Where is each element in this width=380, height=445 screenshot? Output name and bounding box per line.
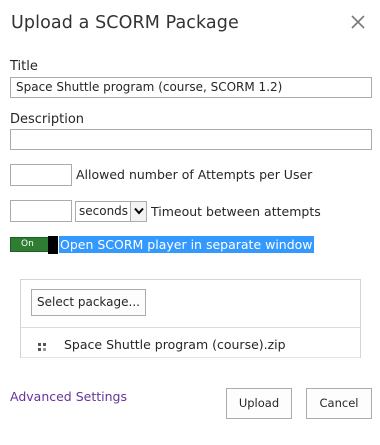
timeout-unit-select[interactable]: seconds [75,201,147,222]
panel-bottom-line [21,357,360,358]
description-label: Description [10,112,85,127]
panel-divider [21,327,360,328]
select-package-button[interactable]: Select package... [31,289,146,316]
attempts-label: Allowed number of Attempts per User [76,167,313,182]
separate-window-toggle[interactable]: On [10,236,58,254]
timeout-input[interactable] [10,200,72,222]
title-label: Title [10,59,38,74]
upload-button[interactable]: Upload [226,388,292,419]
chevron-down-icon[interactable] [130,202,146,221]
timeout-unit-value: seconds [79,204,129,218]
toggle-knob[interactable] [48,236,58,254]
toggle-state: On [10,237,49,252]
package-file-name: Space Shuttle program (course).zip [64,337,286,352]
attempts-input[interactable] [10,164,72,186]
title-input[interactable]: Space Shuttle program (course, SCORM 1.2… [10,77,372,98]
dialog-title: Upload a SCORM Package [11,13,239,33]
close-icon[interactable] [348,12,368,32]
description-input[interactable] [10,129,372,150]
cancel-button[interactable]: Cancel [306,388,372,419]
separate-window-label: Open SCORM player in separate window [59,236,314,253]
timeout-label: Timeout between attempts [151,204,321,219]
advanced-settings-link[interactable]: Advanced Settings [10,389,127,404]
file-icon [38,338,48,351]
